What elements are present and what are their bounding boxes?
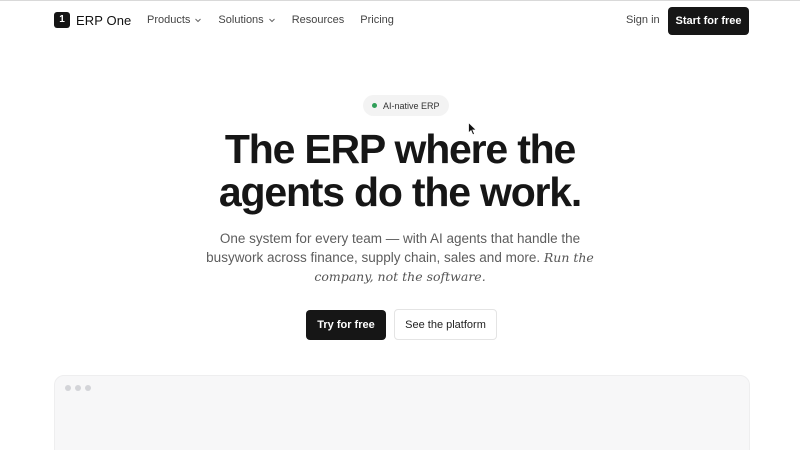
hero-title-line-1: The ERP where the: [224, 126, 576, 172]
see-the-platform-button[interactable]: See the platform: [394, 309, 497, 340]
window-dot-icon: [85, 385, 91, 391]
top-navigation: 1 ERP One Products Solutions Resources P…: [0, 0, 800, 40]
hero-subtitle-line-3: company, not the software.: [314, 269, 486, 284]
nav-item-label: Products: [147, 14, 191, 26]
hero-title: The ERP where the agents do the work.: [0, 128, 800, 214]
hero-badge: AI-native ERP: [363, 95, 449, 116]
brand-name: ERP One: [76, 12, 132, 28]
subtitle-italic-text: Run the: [543, 250, 594, 265]
nav-item-resources[interactable]: Resources: [292, 14, 345, 26]
product-preview-window: [54, 375, 750, 450]
chevron-down-icon: [268, 16, 276, 24]
chevron-down-icon: [194, 16, 202, 24]
status-dot-icon: [372, 103, 377, 108]
try-for-free-button[interactable]: Try for free: [306, 310, 386, 340]
mouse-pointer-icon: [468, 122, 478, 136]
start-for-free-button[interactable]: Start for free: [668, 7, 749, 35]
brand-logo[interactable]: 1 ERP One: [54, 12, 131, 28]
nav-item-label: Pricing: [360, 14, 394, 26]
badge-label: AI-native ERP: [383, 100, 440, 111]
nav-links: Products Solutions Resources Pricing: [147, 14, 394, 26]
sign-in-link[interactable]: Sign in: [626, 14, 660, 26]
window-controls: [65, 385, 91, 391]
nav-item-label: Solutions: [218, 14, 264, 26]
nav-item-products[interactable]: Products: [147, 14, 202, 26]
nav-item-pricing[interactable]: Pricing: [360, 14, 394, 26]
nav-item-label: Resources: [291, 14, 345, 26]
hero-title-line-2: agents do the work.: [218, 169, 582, 215]
brand-mark: 1: [54, 12, 70, 28]
hero-subtitle-line-1: One system for every team — with AI agen…: [219, 231, 581, 246]
subtitle-plain-text: busywork across finance, supply chain, s…: [206, 250, 541, 265]
window-dot-icon: [75, 385, 81, 391]
nav-item-solutions[interactable]: Solutions: [218, 14, 275, 26]
hero-subtitle: One system for every team — with AI agen…: [0, 229, 800, 286]
hero-subtitle-line-2: busywork across finance, supply chain, s…: [0, 248, 800, 267]
window-dot-icon: [65, 385, 71, 391]
